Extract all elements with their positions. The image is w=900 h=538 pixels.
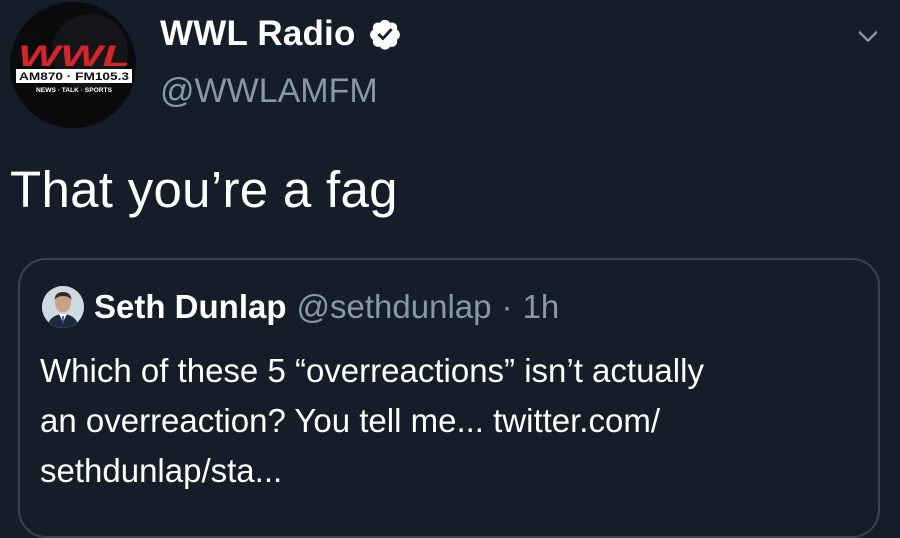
quoted-tweet-header: Seth Dunlap @sethdunlap · 1h: [42, 286, 559, 328]
chevron-down-icon[interactable]: [854, 22, 882, 50]
quoted-author-avatar[interactable]: [42, 286, 84, 328]
tweet-text: That you’re a fag: [10, 161, 398, 218]
wwl-logo: WWL AM870 · FM105.3 NEWS · TALK · SPORTS: [10, 2, 136, 128]
quoted-timestamp[interactable]: 1h: [523, 288, 560, 326]
wwl-logo-text: WWL: [18, 40, 130, 73]
author-avatar[interactable]: WWL AM870 · FM105.3 NEWS · TALK · SPORTS: [10, 2, 136, 128]
author-display-name[interactable]: WWL Radio: [160, 14, 356, 54]
frequency-text: AM870 · FM105.3: [19, 71, 129, 83]
quoted-author-handle[interactable]: @sethdunlap: [297, 288, 492, 326]
author-name-row: WWL Radio: [160, 14, 402, 54]
author-handle[interactable]: @WWLAMFM: [160, 72, 378, 111]
quoted-tweet-card[interactable]: Seth Dunlap @sethdunlap · 1h Which of th…: [18, 258, 880, 538]
quoted-text-line[interactable]: sethdunlap/sta...: [40, 446, 860, 496]
quoted-separator: ·: [501, 288, 513, 325]
quoted-author-name[interactable]: Seth Dunlap: [94, 288, 287, 326]
tweet: WWL AM870 · FM105.3 NEWS · TALK · SPORTS…: [0, 0, 900, 538]
tagline-text: NEWS · TALK · SPORTS: [36, 88, 112, 94]
quoted-tweet-text: Which of these 5 “overreactions” isn’t a…: [40, 346, 860, 496]
verified-badge-icon: [368, 17, 402, 51]
quoted-text-line: Which of these 5 “overreactions” isn’t a…: [40, 352, 704, 389]
quoted-text-line[interactable]: an overreaction? You tell me... twitter.…: [40, 396, 860, 446]
